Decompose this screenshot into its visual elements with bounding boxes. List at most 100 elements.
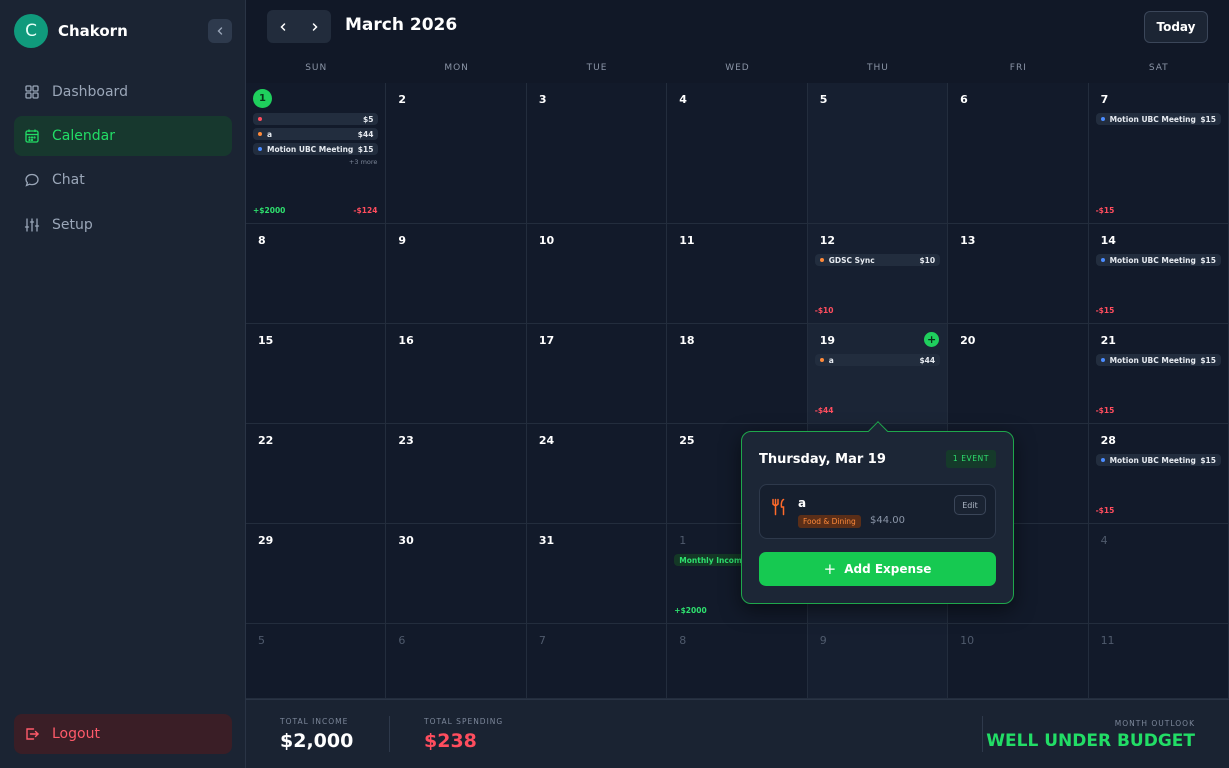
avatar[interactable]: C xyxy=(14,14,48,48)
day-cell[interactable]: 23 xyxy=(386,424,527,524)
day-cell[interactable]: 16 xyxy=(386,324,527,424)
day-cell[interactable]: 18 xyxy=(667,324,808,424)
next-month-button[interactable] xyxy=(299,10,331,43)
sidebar: C Chakorn Dashboard Calendar Chat Setup … xyxy=(0,0,246,768)
day-cell[interactable]: 17 xyxy=(526,324,668,424)
day-cell[interactable]: 9 xyxy=(386,224,527,324)
day-cell[interactable]: 5 xyxy=(246,624,387,699)
month-outlook-value: WELL UNDER BUDGET xyxy=(986,731,1195,751)
day-spending-total: -$44 xyxy=(814,406,834,415)
calendar-event[interactable]: Motion UBC Meeting $15 xyxy=(1095,454,1221,466)
category-badge: Food & Dining xyxy=(798,515,861,528)
logout-label: Logout xyxy=(52,726,100,742)
more-events-link[interactable]: +3 more xyxy=(349,158,378,166)
day-cell[interactable]: 30 xyxy=(386,524,527,624)
logout-button[interactable]: Logout xyxy=(14,714,232,754)
day-spending-total: -$124 xyxy=(353,206,378,215)
event-amount: $5 xyxy=(362,114,374,124)
day-cell[interactable]: 8 xyxy=(246,224,387,324)
day-number: 3 xyxy=(538,93,547,106)
day-cell[interactable]: 10 xyxy=(948,624,1089,699)
expense-item[interactable]: a Food & Dining $44.00 Edit xyxy=(759,484,996,539)
day-cell[interactable]: 11 xyxy=(667,224,808,324)
sidebar-item-label: Setup xyxy=(52,217,93,233)
collapse-sidebar-button[interactable] xyxy=(208,19,232,43)
event-amount: $15 xyxy=(1200,255,1216,265)
day-cell[interactable]: 4 xyxy=(1088,524,1229,624)
edit-expense-button[interactable]: Edit xyxy=(954,495,986,515)
day-cell[interactable]: 5 xyxy=(807,83,949,224)
expense-name: a xyxy=(798,496,807,510)
day-cell[interactable]: 14 Motion UBC Meeting $15 -$15 xyxy=(1088,224,1229,324)
day-cell[interactable]: 7 xyxy=(526,624,668,699)
day-cell[interactable]: 9 xyxy=(807,624,949,699)
day-number: 25 xyxy=(679,434,695,447)
day-cell[interactable]: 8 xyxy=(667,624,808,699)
event-dot-icon xyxy=(819,258,824,262)
day-detail-popover: Thursday, Mar 19 1 EVENT a Food & Dining… xyxy=(741,431,1014,604)
calendar-event[interactable]: a $44 xyxy=(814,354,941,366)
calendar-event[interactable]: Motion UBC Meeting $15 xyxy=(253,143,379,155)
day-number: 14 xyxy=(1100,234,1116,247)
day-cell[interactable]: 7 Motion UBC Meeting $15 -$15 xyxy=(1088,83,1229,224)
calendar-event[interactable]: a $44 xyxy=(253,128,379,140)
event-name: GDSC Sync xyxy=(828,255,875,265)
sliders-icon xyxy=(24,217,40,233)
day-number: 8 xyxy=(679,634,687,647)
day-cell[interactable]: 28 Motion UBC Meeting $15 -$15 xyxy=(1088,424,1229,524)
day-cell[interactable]: 11 xyxy=(1088,624,1229,699)
add-event-button[interactable]: + xyxy=(924,332,940,347)
day-cell[interactable]: 3 xyxy=(526,83,668,224)
event-name: a xyxy=(267,129,273,139)
day-cell[interactable]: 6 xyxy=(386,624,527,699)
day-number: 12 xyxy=(819,234,836,247)
day-cell[interactable]: 19 + a $44 -$44 xyxy=(807,324,949,424)
day-cell[interactable]: 20 xyxy=(948,324,1089,424)
event-amount: $10 xyxy=(919,255,936,265)
chat-icon xyxy=(24,172,40,188)
day-number: 1 xyxy=(679,534,687,547)
day-number: 5 xyxy=(819,93,828,106)
previous-month-button[interactable] xyxy=(267,10,299,43)
sidebar-item-setup[interactable]: Setup xyxy=(14,205,232,245)
logout-icon xyxy=(24,726,40,742)
day-cell[interactable]: 31 xyxy=(526,524,668,624)
day-cell[interactable]: 22 xyxy=(246,424,387,524)
day-cell[interactable]: 21 Motion UBC Meeting $15 -$15 xyxy=(1088,324,1229,424)
day-number: 7 xyxy=(1100,93,1109,106)
day-cell[interactable]: 13 xyxy=(948,224,1089,324)
weekday-label: TUE xyxy=(586,63,608,73)
day-cell[interactable]: 1 $5 a $44 Motion UBC Meeting $15 +3 more +$200… xyxy=(246,83,387,224)
day-cell[interactable]: 4 xyxy=(667,83,808,224)
calendar-event[interactable]: $5 xyxy=(253,113,379,125)
month-outlook-label: MONTH OUTLOOK xyxy=(1114,719,1195,728)
calendar-event[interactable]: Motion UBC Meeting $15 xyxy=(1095,113,1221,125)
calendar-event[interactable]: Motion UBC Meeting $15 xyxy=(1095,354,1221,366)
day-number: 9 xyxy=(819,634,827,647)
sidebar-item-dashboard[interactable]: Dashboard xyxy=(14,72,232,112)
event-name: Motion UBC Meeting xyxy=(1109,114,1196,124)
day-cell[interactable]: 6 xyxy=(948,83,1089,224)
add-expense-button[interactable]: + Add Expense xyxy=(759,552,996,586)
day-number: 21 xyxy=(1100,334,1116,347)
weekday-label: MON xyxy=(444,63,469,73)
calendar-grid: 1 $5 a $44 Motion UBC Meeting $15 +3 more +$200… xyxy=(246,83,1229,699)
day-spending-total: -$15 xyxy=(1095,406,1115,415)
day-cell[interactable]: 2 xyxy=(386,83,527,224)
today-button[interactable]: Today xyxy=(1144,11,1208,43)
total-income-value: $2,000 xyxy=(280,730,354,752)
calendar-event[interactable]: GDSC Sync $10 xyxy=(814,254,941,266)
day-cell[interactable]: 12 GDSC Sync $10 -$10 xyxy=(807,224,949,324)
day-cell[interactable]: 29 xyxy=(246,524,387,624)
weekday-label: SUN xyxy=(305,63,328,73)
event-name: Motion UBC Meeting xyxy=(1109,255,1196,265)
sidebar-item-chat[interactable]: Chat xyxy=(14,160,232,200)
event-dot-icon xyxy=(258,132,262,136)
day-cell[interactable]: 24 xyxy=(526,424,668,524)
month-summary-footer: TOTAL INCOME $2,000 TOTAL SPENDING $238 … xyxy=(246,699,1229,768)
day-cell[interactable]: 10 xyxy=(526,224,668,324)
sidebar-item-calendar[interactable]: Calendar xyxy=(14,116,232,156)
calendar-event[interactable]: Motion UBC Meeting $15 xyxy=(1095,254,1221,266)
day-cell[interactable]: 15 xyxy=(246,324,387,424)
day-number: 17 xyxy=(538,334,555,347)
